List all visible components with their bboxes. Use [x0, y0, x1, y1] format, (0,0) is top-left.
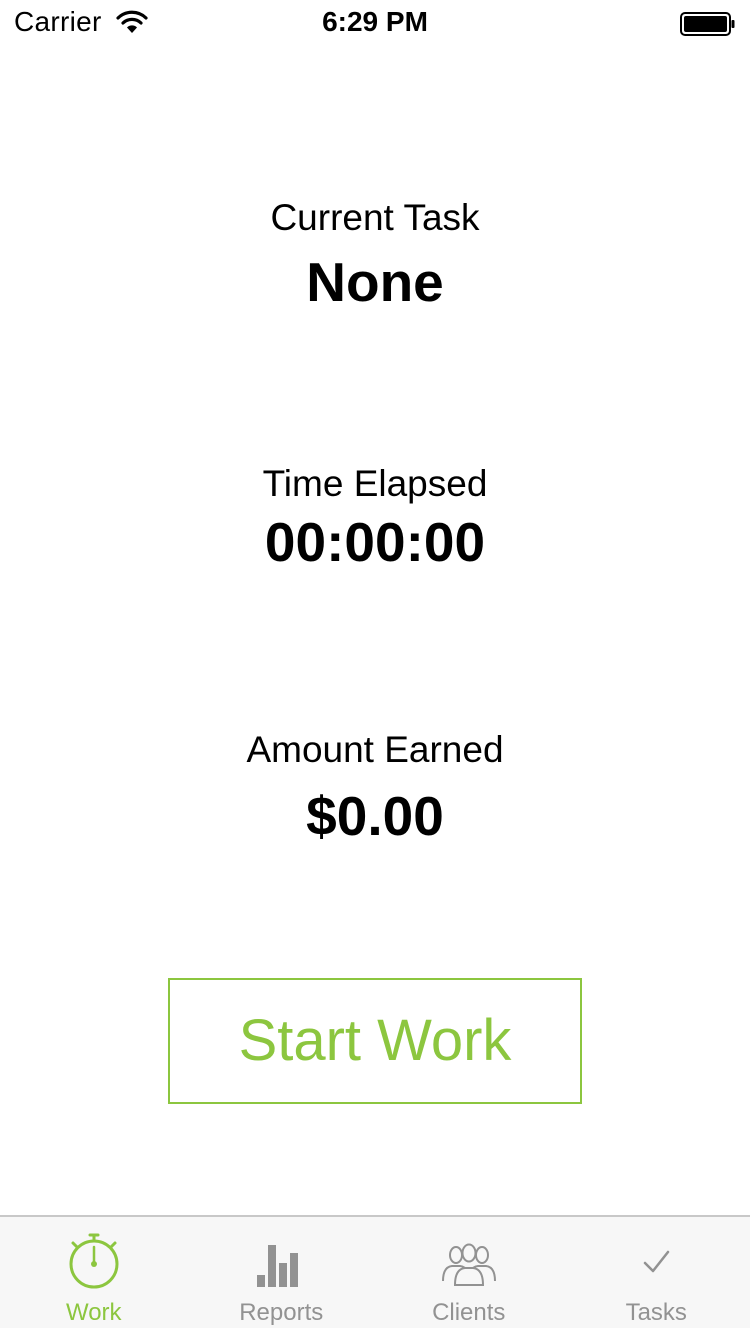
- status-bar: Carrier 6:29 PM: [0, 0, 750, 48]
- status-time: 6:29 PM: [322, 6, 428, 37]
- people-icon: [441, 1243, 496, 1286]
- tab-reports[interactable]: Reports: [188, 1217, 376, 1328]
- battery-icon: [680, 12, 735, 36]
- current-task-section: Current Task None: [0, 196, 750, 314]
- time-elapsed-value: 00:00:00: [264, 511, 486, 573]
- amount-earned-value: $0.00: [306, 785, 444, 847]
- tab-tasks-label: Tasks: [625, 1299, 687, 1326]
- time-elapsed-section: Time Elapsed 00:00:00: [0, 462, 750, 574]
- tab-work-label: Work: [65, 1299, 122, 1326]
- tab-reports-label: Reports: [239, 1299, 324, 1326]
- tab-bar: Work Reports Clients Tasks: [0, 1215, 750, 1328]
- amount-earned-label: Amount Earned: [246, 729, 504, 770]
- tab-work[interactable]: Work: [0, 1217, 188, 1328]
- checkmark-icon: [644, 1250, 670, 1273]
- bar-chart-icon: [257, 1245, 299, 1287]
- tab-clients-label: Clients: [432, 1299, 506, 1326]
- tab-clients[interactable]: Clients: [375, 1217, 563, 1328]
- start-work-button[interactable]: Start Work: [168, 978, 582, 1104]
- amount-earned-section: Amount Earned $0.00: [0, 728, 750, 848]
- work-screen: Carrier 6:29 PM Current Task None Time E…: [0, 0, 750, 1328]
- time-elapsed-label: Time Elapsed: [262, 463, 488, 504]
- current-task-label: Current Task: [270, 197, 480, 238]
- tab-tasks[interactable]: Tasks: [563, 1217, 750, 1328]
- current-task-value: None: [306, 251, 444, 313]
- stopwatch-icon: [69, 1233, 119, 1289]
